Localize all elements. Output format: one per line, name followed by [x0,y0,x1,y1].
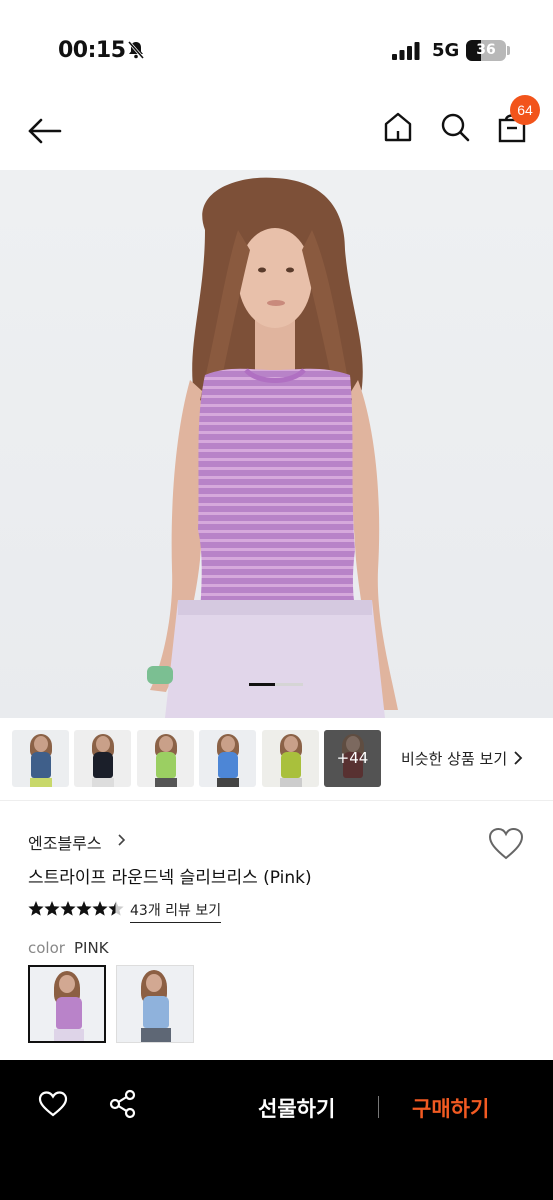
view-similar-link[interactable]: 비슷한 상품 보기 [401,748,507,769]
more-similar-thumb[interactable]: +44 [324,730,381,787]
bottom-bar-separator [378,1096,379,1118]
gift-button[interactable]: 선물하기 [258,1093,335,1123]
cart-count-badge: 64 [510,95,540,125]
rating-stars [28,899,124,923]
similar-product-thumb-1[interactable] [12,730,69,787]
brand-link[interactable]: 엔조블루스 [28,830,102,854]
similar-product-thumb-3[interactable] [137,730,194,787]
buy-button[interactable]: 구매하기 [412,1093,489,1123]
chevron-right-icon [513,750,523,770]
color-option-pink[interactable] [28,965,106,1043]
network-type: 5G [432,40,460,61]
battery-nub [507,46,510,55]
section-divider [0,800,553,801]
search-icon[interactable] [437,109,473,145]
chevron-right-icon [117,832,126,851]
similar-product-thumb-2[interactable] [74,730,131,787]
status-bar: 00:15 5G 36 [0,0,553,95]
color-value: PINK [74,939,109,957]
back-arrow-icon[interactable] [26,111,66,151]
battery-level: 36 [476,42,496,58]
pager-track [275,683,303,686]
color-label: color [28,939,65,957]
more-count: +44 [336,749,369,767]
wishlist-heart-icon[interactable] [487,826,525,862]
product-title: 스트라이프 라운드넥 슬리브리스 (Pink) [28,868,312,888]
share-icon[interactable] [108,1089,138,1119]
silent-bell-icon [126,40,146,64]
similar-product-thumb-4[interactable] [199,730,256,787]
status-time: 00:15 [58,38,126,63]
cellular-signal-icon [392,42,422,64]
bottom-action-bar: 선물하기 구매하기 [0,1060,553,1200]
pager-active-indicator [249,683,275,686]
product-main-image[interactable] [0,170,553,718]
color-option-blue[interactable] [116,965,194,1043]
wishlist-heart-icon[interactable] [38,1090,68,1118]
review-link[interactable]: 43개 리뷰 보기 [130,900,222,923]
similar-product-thumb-5[interactable] [262,730,319,787]
battery-icon: 36 [466,40,506,61]
top-nav: 64 [0,95,553,170]
home-icon[interactable] [380,109,416,145]
